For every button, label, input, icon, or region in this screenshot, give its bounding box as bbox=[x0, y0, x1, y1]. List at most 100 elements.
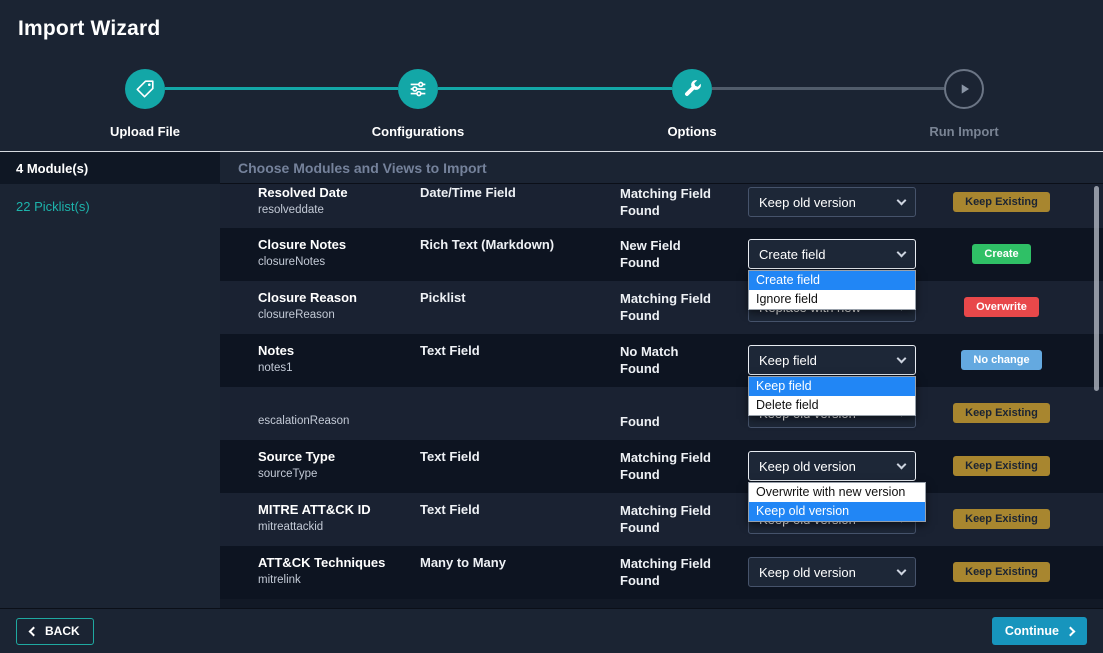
dropdown-option[interactable]: Keep old version bbox=[749, 502, 925, 521]
badge-cell: Keep Existing bbox=[948, 184, 1103, 228]
field-id: closureNotes bbox=[258, 255, 420, 270]
dropdown-options: Create fieldIgnore field bbox=[748, 270, 916, 310]
field-name-cell: Closure Notes closureNotes bbox=[258, 228, 420, 281]
play-icon bbox=[953, 78, 975, 100]
field-id: notes1 bbox=[258, 361, 420, 376]
action-select[interactable]: Create field bbox=[748, 239, 916, 269]
field-name-cell: Notes notes1 bbox=[258, 334, 420, 387]
dropdown-option[interactable]: Overwrite with new version bbox=[749, 483, 925, 502]
action-badge: No change bbox=[961, 350, 1041, 370]
badge-cell: Create bbox=[948, 228, 1103, 281]
scrollbar-thumb[interactable] bbox=[1094, 186, 1099, 391]
step-upload-file[interactable] bbox=[125, 69, 165, 109]
field-name: Resolved Date bbox=[258, 185, 420, 201]
step-label-options: Options bbox=[592, 124, 792, 139]
step-label-run-import: Run Import bbox=[864, 124, 1064, 139]
action-select[interactable]: Keep old version bbox=[748, 451, 916, 481]
chevron-down-icon bbox=[897, 247, 907, 257]
match-status: Matching Field Found bbox=[620, 440, 748, 493]
badge-cell: Keep Existing bbox=[948, 387, 1103, 440]
field-name: MITRE ATT&CK ID bbox=[258, 502, 420, 518]
action-select[interactable]: Keep field bbox=[748, 345, 916, 375]
action-select[interactable]: Keep old version bbox=[748, 187, 916, 217]
upload-tag-icon bbox=[134, 78, 156, 100]
field-name: Source Type bbox=[258, 449, 420, 465]
wrench-icon bbox=[681, 78, 703, 100]
field-type: Picklist bbox=[420, 281, 620, 334]
sliders-icon bbox=[407, 78, 429, 100]
chevron-down-icon bbox=[897, 195, 907, 205]
action-select-value: Keep old version bbox=[759, 459, 856, 474]
field-type: Date/Time Field bbox=[420, 184, 620, 228]
content-body: 4 Module(s) 22 Picklist(s) Choose Module… bbox=[0, 152, 1103, 608]
chevron-left-icon bbox=[29, 626, 39, 636]
continue-button[interactable]: Continue bbox=[992, 617, 1087, 645]
field-id: mitreattackid bbox=[258, 520, 420, 535]
action-badge: Keep Existing bbox=[953, 456, 1050, 476]
action-select[interactable]: Keep old version bbox=[748, 557, 916, 587]
table-row: MITRE ATT&CK ID mitreattackid Text Field… bbox=[220, 493, 1103, 546]
step-configurations[interactable] bbox=[398, 69, 438, 109]
main-panel: Choose Modules and Views to Import Resol… bbox=[220, 152, 1103, 608]
chevron-down-icon bbox=[897, 353, 907, 363]
action-badge: Keep Existing bbox=[953, 509, 1050, 529]
select-wrap: Keep old version Overwrite with new vers… bbox=[748, 440, 948, 493]
badge-cell: Keep Existing bbox=[948, 546, 1103, 599]
step-label-upload-file: Upload File bbox=[45, 124, 245, 139]
action-badge: Keep Existing bbox=[953, 192, 1050, 212]
table-row: Resolved Date resolveddate Date/Time Fie… bbox=[220, 184, 1103, 228]
action-badge: Overwrite bbox=[964, 297, 1039, 317]
dropdown-options: Overwrite with new versionKeep old versi… bbox=[748, 482, 926, 522]
select-wrap: Keep old version bbox=[748, 184, 948, 228]
badge-cell: No change bbox=[948, 334, 1103, 387]
back-button[interactable]: BACK bbox=[16, 618, 94, 645]
field-id: escalationReason bbox=[258, 414, 420, 429]
field-type: Text Field bbox=[420, 334, 620, 387]
sidebar-item-modules[interactable]: 4 Module(s) bbox=[0, 152, 220, 184]
dropdown-option[interactable]: Keep field bbox=[749, 377, 915, 396]
field-name-cell: ATT&CK Techniques mitrelink bbox=[258, 546, 420, 599]
step-options[interactable] bbox=[672, 69, 712, 109]
field-name-cell: escalationReason bbox=[258, 387, 420, 440]
field-name: Notes bbox=[258, 343, 420, 359]
table-row: Closure Notes closureNotes Rich Text (Ma… bbox=[220, 228, 1103, 281]
match-status: Found bbox=[620, 387, 748, 440]
action-select-value: Keep field bbox=[759, 353, 817, 368]
sidebar-item-picklists[interactable]: 22 Picklist(s) bbox=[0, 199, 220, 214]
badge-cell: Overwrite bbox=[948, 281, 1103, 334]
match-status: Matching Field Found bbox=[620, 184, 748, 228]
sidebar: 4 Module(s) 22 Picklist(s) bbox=[0, 152, 220, 608]
table-row: Source Type sourceType Text Field Matchi… bbox=[220, 440, 1103, 493]
field-type bbox=[420, 387, 620, 440]
select-wrap: Keep old version bbox=[748, 546, 948, 599]
dropdown-option[interactable]: Create field bbox=[749, 271, 915, 290]
field-id: resolveddate bbox=[258, 203, 420, 218]
wizard-stepper: Upload File Configurations Options Run I… bbox=[0, 57, 1103, 152]
stepper-connector bbox=[438, 87, 672, 90]
field-type: Many to Many bbox=[420, 546, 620, 599]
field-name-cell: Closure Reason closureReason bbox=[258, 281, 420, 334]
field-name-cell: Resolved Date resolveddate bbox=[258, 184, 420, 228]
import-wizard-window: Import Wizard Upload File Configurat bbox=[0, 0, 1103, 653]
dropdown-option[interactable]: Ignore field bbox=[749, 290, 915, 309]
select-wrap: Create field Create fieldIgnore field bbox=[748, 228, 948, 281]
footer-bar: BACK Continue bbox=[0, 608, 1103, 653]
chevron-right-icon bbox=[1066, 626, 1076, 636]
field-name: Closure Reason bbox=[258, 290, 420, 306]
page-title: Import Wizard bbox=[18, 17, 160, 41]
match-status: No Match Found bbox=[620, 334, 748, 387]
field-id: closureReason bbox=[258, 308, 420, 323]
table-row: escalationReason Found Keep old version … bbox=[220, 387, 1103, 440]
match-status: Matching Field Found bbox=[620, 281, 748, 334]
field-name: Closure Notes bbox=[258, 237, 420, 253]
dropdown-option[interactable]: Delete field bbox=[749, 396, 915, 415]
action-badge: Create bbox=[972, 244, 1030, 264]
field-table: Resolved Date resolveddate Date/Time Fie… bbox=[220, 184, 1103, 608]
stepper-connector bbox=[712, 87, 944, 90]
field-id: sourceType bbox=[258, 467, 420, 482]
field-type: Text Field bbox=[420, 493, 620, 546]
window-header: Import Wizard bbox=[0, 0, 1103, 57]
action-badge: Keep Existing bbox=[953, 562, 1050, 582]
field-type: Text Field bbox=[420, 440, 620, 493]
action-select-value: Keep old version bbox=[759, 195, 856, 210]
